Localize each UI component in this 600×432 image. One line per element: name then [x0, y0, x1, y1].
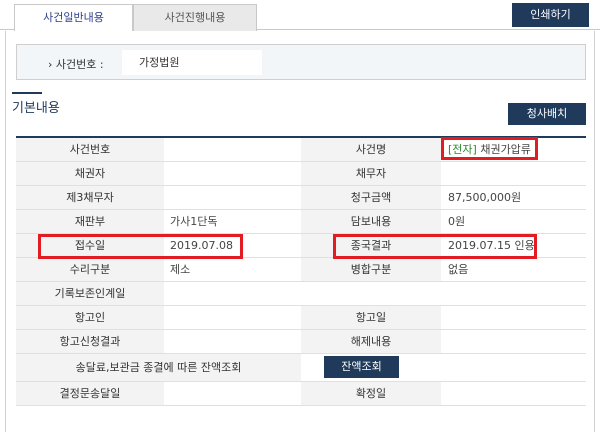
tab-case-general[interactable]: 사건일반내용: [14, 4, 133, 31]
row-header: 확정일: [301, 381, 441, 406]
table-row: 항고신청결과 해제내용: [16, 329, 586, 354]
section-title: 기본내용: [12, 101, 60, 116]
table-row: 수리구분 제소 병합구분 없음: [16, 257, 586, 282]
tab-bar: 사건일반내용 사건진행내용 인쇄하기: [0, 0, 600, 31]
receipt-date-cell: 2019.07.08: [164, 233, 301, 258]
claim-amount-cell: 87,500,000원: [441, 185, 586, 210]
archive-date-cell: [164, 281, 586, 306]
row-header: 결정문송달일: [16, 381, 164, 406]
table-row: 결정문송달일 확정일: [16, 381, 586, 406]
case-number-label: › 사건번호 :: [48, 58, 104, 71]
appeal-date-cell: [441, 305, 586, 330]
row-header: 담보내용: [301, 209, 441, 234]
row-header: 송달료,보관금 종결에 따른 잔액조회: [16, 353, 301, 382]
creditor-cell: [164, 161, 301, 186]
row-header: 종국결과: [301, 233, 441, 258]
tab-case-progress[interactable]: 사건진행내용: [133, 4, 257, 31]
balance-cell: 잔액조회: [301, 353, 586, 382]
row-header: 접수일: [16, 233, 164, 258]
case-number-cell: [164, 137, 301, 162]
table-row: 기록보존인계일: [16, 281, 586, 306]
appellant-cell: [164, 305, 301, 330]
row-header: 수리구분: [16, 257, 164, 282]
final-result-cell: 2019.07.15 인용: [441, 233, 586, 258]
table-row: 항고인 항고일: [16, 305, 586, 330]
row-header: 해제내용: [301, 329, 441, 354]
table-row: 제3채무자 청구금액 87,500,000원: [16, 185, 586, 210]
electronic-tag: [전자]: [448, 143, 477, 157]
row-header: 재판부: [16, 209, 164, 234]
row-header: 사건명: [301, 137, 441, 162]
case-number-value: 가정법원: [122, 50, 262, 75]
row-header: 항고인: [16, 305, 164, 330]
row-header: 사건번호: [16, 137, 164, 162]
collateral-cell: 0원: [441, 209, 586, 234]
confirmation-date-cell: [441, 381, 586, 406]
row-header: 채권자: [16, 161, 164, 186]
row-header: 병합구분: [301, 257, 441, 282]
decision-delivery-cell: [164, 381, 301, 406]
case-info-table: 사건번호 사건명 [전자] 채권가압류 채권자 채무자 제3채무자 청구금액 8…: [16, 136, 586, 406]
section-accent-bar: [12, 92, 42, 94]
release-content-cell: [441, 329, 586, 354]
case-name-value: 채권가압류: [476, 143, 531, 157]
acceptance-type-cell: 제소: [164, 257, 301, 282]
row-header: 제3채무자: [16, 185, 164, 210]
third-debtor-cell: [164, 185, 301, 210]
case-name-cell: [전자] 채권가압류: [441, 137, 586, 162]
table-row: 접수일 2019.07.08 종국결과 2019.07.15 인용: [16, 233, 586, 258]
court-division-cell: 가사1단독: [164, 209, 301, 234]
merge-type-cell: 없음: [441, 257, 586, 282]
appeal-result-cell: [164, 329, 301, 354]
row-header: 채무자: [301, 161, 441, 186]
court-layout-button[interactable]: 청사배치: [508, 103, 586, 125]
row-header: 기록보존인계일: [16, 281, 164, 306]
print-button[interactable]: 인쇄하기: [512, 3, 589, 27]
row-header: 항고일: [301, 305, 441, 330]
case-number-box: › 사건번호 : 가정법원: [16, 44, 586, 80]
table-row: 재판부 가사1단독 담보내용 0원: [16, 209, 586, 234]
table-row: 채권자 채무자: [16, 161, 586, 186]
debtor-cell: [441, 161, 586, 186]
table-row: 송달료,보관금 종결에 따른 잔액조회 잔액조회: [16, 353, 586, 382]
row-header: 청구금액: [301, 185, 441, 210]
row-header: 항고신청결과: [16, 329, 164, 354]
table-row: 사건번호 사건명 [전자] 채권가압류: [16, 137, 586, 162]
balance-inquiry-button[interactable]: 잔액조회: [324, 356, 399, 378]
